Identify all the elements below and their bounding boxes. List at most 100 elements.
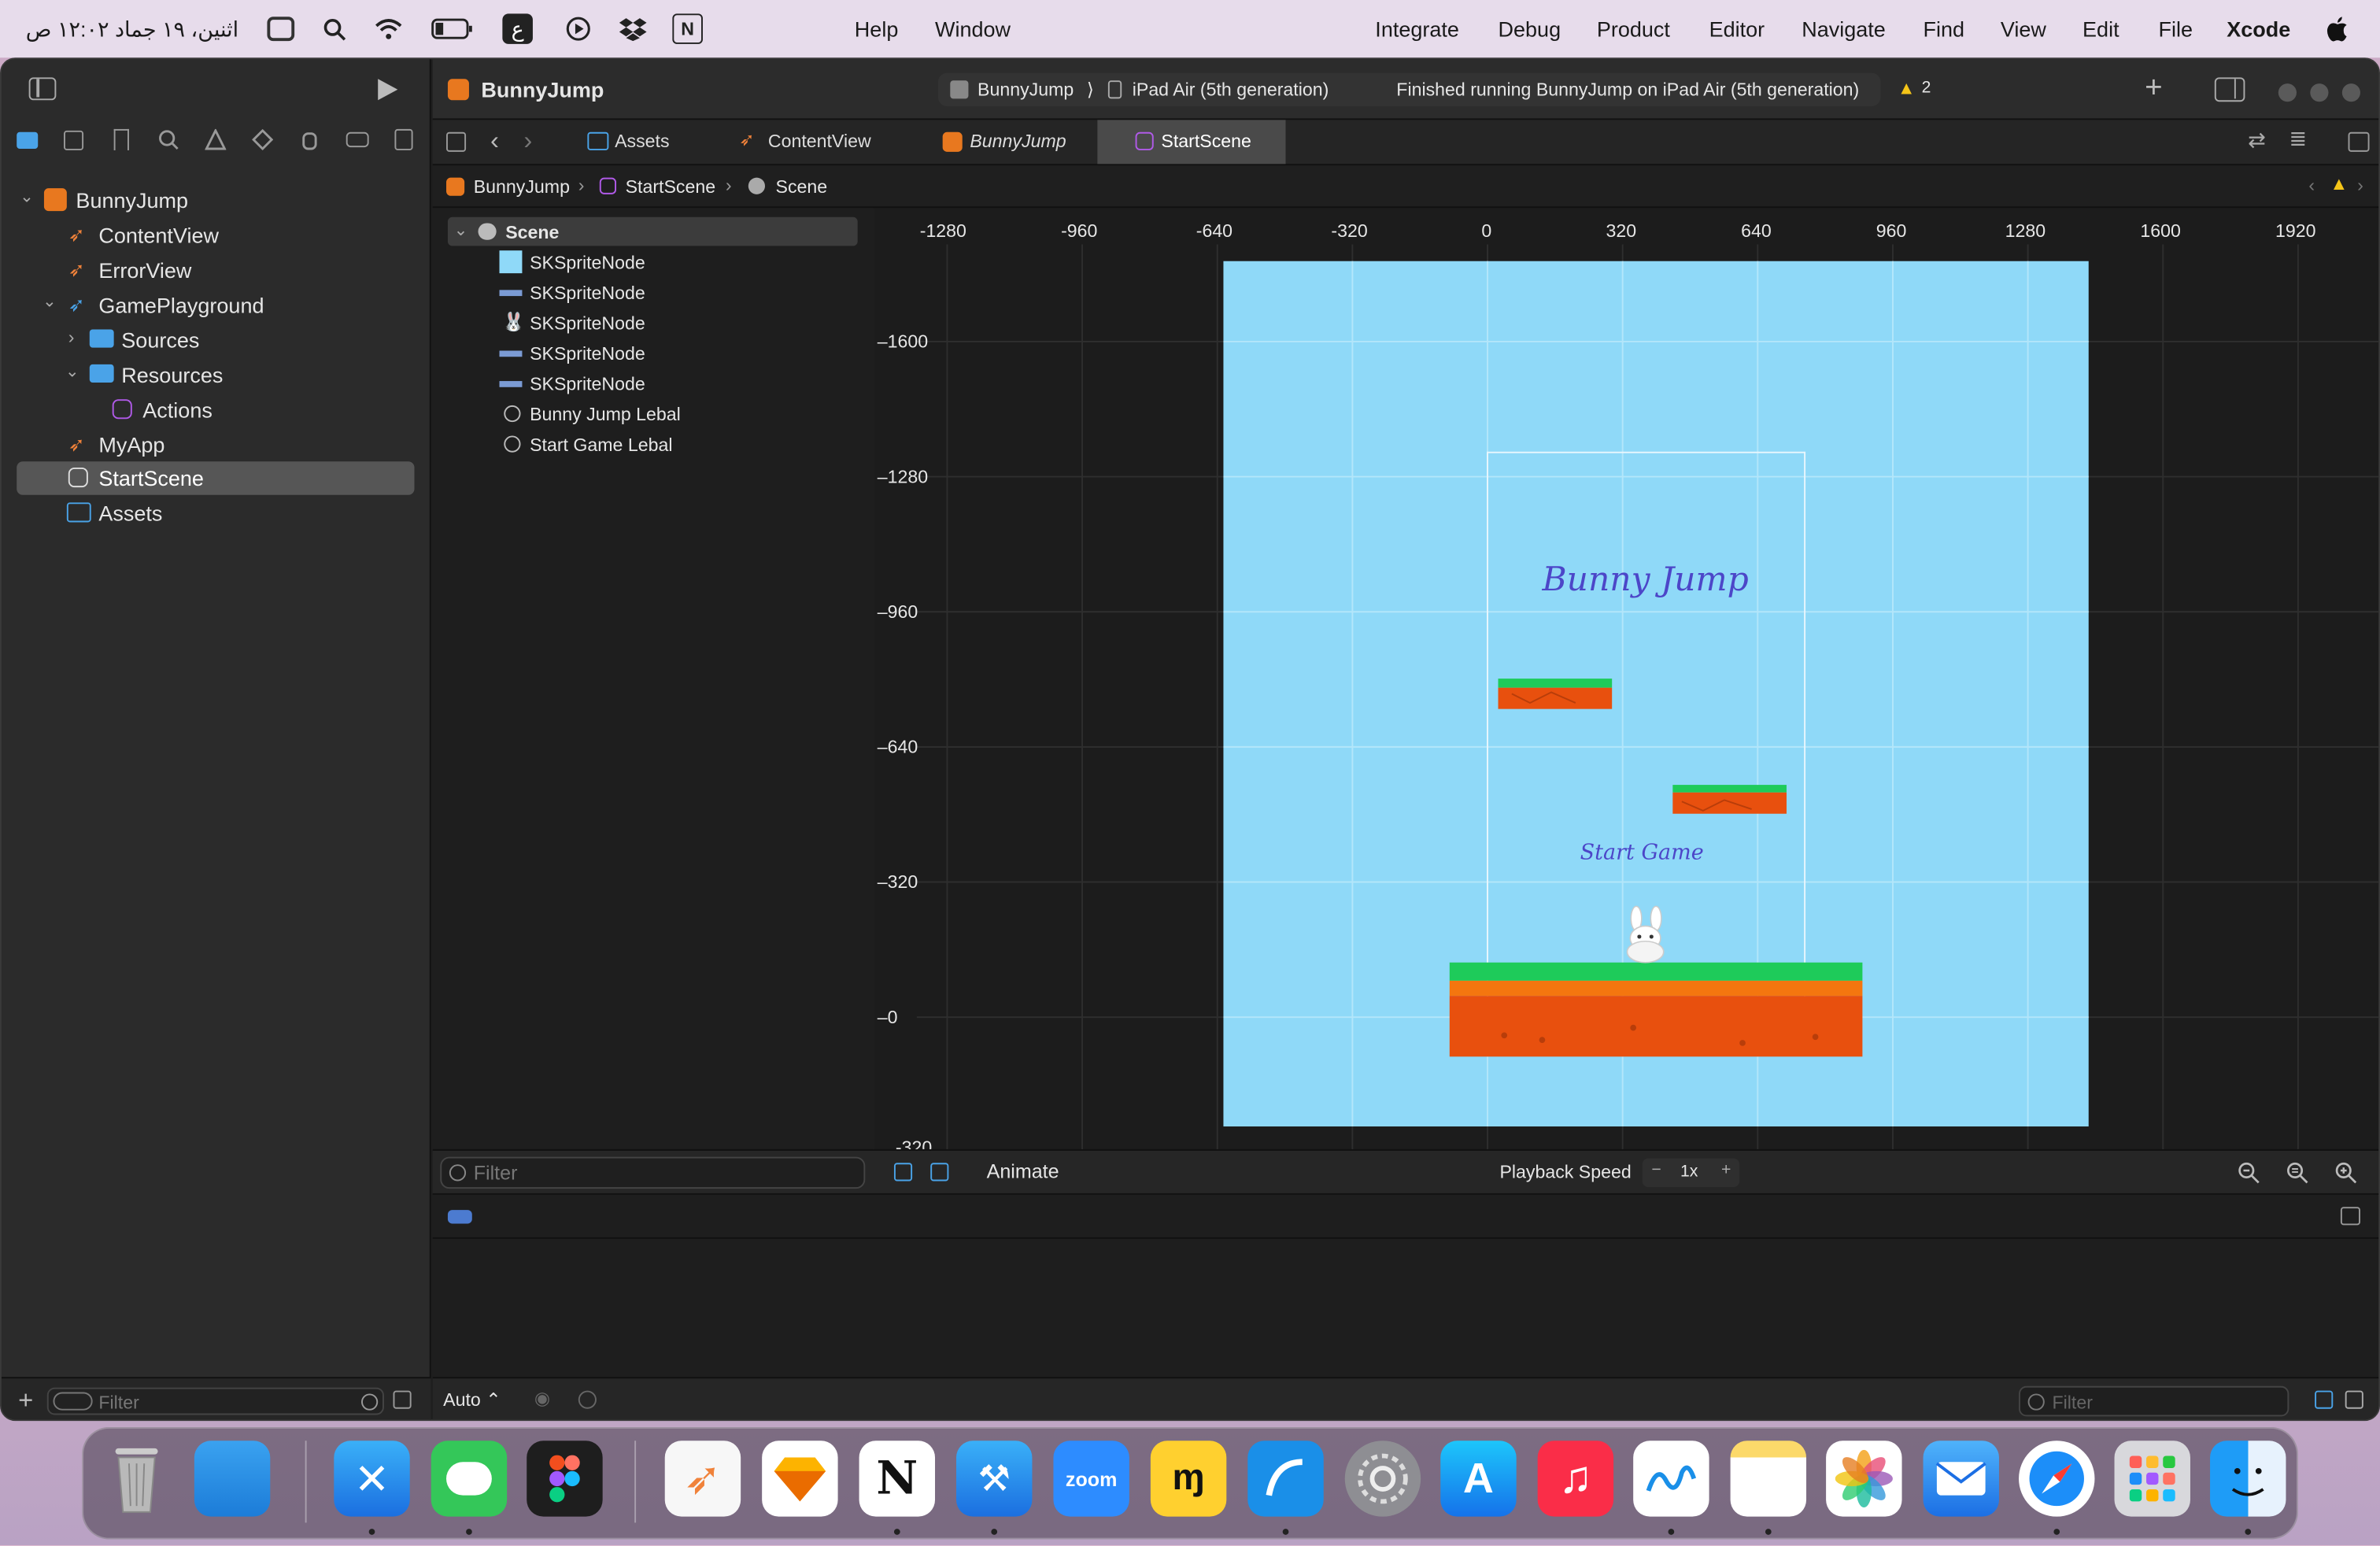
notes-icon[interactable] bbox=[1730, 1441, 1807, 1517]
menu-file[interactable]: File bbox=[2158, 17, 2193, 41]
navigator-filter-field[interactable]: Filter bbox=[46, 1387, 384, 1415]
forward-arrow-icon[interactable]: › bbox=[523, 126, 532, 157]
tab-assets[interactable]: Assets bbox=[569, 120, 715, 164]
filter-options-icon[interactable] bbox=[53, 1392, 93, 1411]
show-outline-toggle-icon[interactable] bbox=[893, 1163, 913, 1182]
photos-icon[interactable] bbox=[1826, 1441, 1902, 1517]
tree-item-assets[interactable]: Assets bbox=[17, 497, 414, 530]
warning-icon[interactable]: ▲ bbox=[1898, 77, 1916, 98]
outline-root-scene[interactable]: ⌄ Scene bbox=[447, 216, 858, 246]
tree-item-sources[interactable]: › Sources bbox=[17, 324, 414, 357]
scheme-selector[interactable]: BunnyJump bbox=[978, 79, 1074, 100]
menu-find[interactable]: Find bbox=[1924, 17, 1965, 41]
menu-navigate[interactable]: Navigate bbox=[1802, 17, 1886, 41]
disclosure-icon[interactable]: ⌄ bbox=[42, 291, 57, 311]
menu-edit[interactable]: Edit bbox=[2082, 17, 2119, 41]
sketch-icon[interactable] bbox=[762, 1441, 838, 1517]
hide-debug-area-icon[interactable] bbox=[2340, 1207, 2360, 1226]
screen-record-icon[interactable] bbox=[564, 13, 594, 44]
device-selector[interactable]: iPad Air (5th generation) bbox=[1133, 79, 1329, 100]
related-items-icon[interactable] bbox=[446, 131, 467, 152]
zoom-reset-icon[interactable] bbox=[2286, 1161, 2308, 1192]
tree-item-myapp[interactable]: ➶ MyApp bbox=[17, 428, 414, 461]
dropbox-icon[interactable] bbox=[618, 13, 649, 44]
add-file-button[interactable]: + bbox=[18, 1386, 33, 1417]
show-console-icon[interactable] bbox=[2345, 1390, 2363, 1409]
downloads-folder-icon[interactable] bbox=[194, 1441, 271, 1517]
bookmark-navigator-icon[interactable] bbox=[113, 128, 129, 150]
swift-playgrounds-icon[interactable]: ➶ bbox=[664, 1441, 741, 1517]
zoom-in-icon[interactable] bbox=[2334, 1161, 2357, 1192]
apple-menu-icon[interactable] bbox=[2323, 13, 2353, 44]
library-add-button[interactable]: + bbox=[2145, 72, 2163, 106]
music-icon[interactable]: ♫ bbox=[1537, 1441, 1614, 1517]
tab-contentview[interactable]: ➶ ContentView bbox=[724, 120, 906, 164]
quick-look-icon[interactable]: ◉ bbox=[534, 1388, 550, 1409]
outline-filter-field[interactable]: Filter bbox=[440, 1156, 866, 1189]
tree-item-actions[interactable]: Actions bbox=[17, 394, 414, 427]
tree-item-errorview[interactable]: ➶ ErrorView bbox=[17, 253, 414, 287]
trash-icon[interactable] bbox=[98, 1441, 174, 1516]
zoom-out-icon[interactable] bbox=[2238, 1161, 2260, 1192]
control-center-icon[interactable] bbox=[267, 17, 295, 42]
menu-product[interactable]: Product bbox=[1597, 17, 1670, 41]
freeform-blue-icon[interactable] bbox=[1247, 1441, 1324, 1517]
disclosure-icon[interactable]: › bbox=[68, 327, 75, 348]
menu-window[interactable]: Window bbox=[935, 17, 1011, 41]
spotlight-icon[interactable] bbox=[319, 13, 349, 44]
variables-view-selector[interactable]: Auto ⌃ bbox=[443, 1389, 501, 1411]
info-icon[interactable] bbox=[578, 1390, 597, 1409]
figma-icon[interactable] bbox=[527, 1441, 603, 1517]
jump-bar-project[interactable]: BunnyJump bbox=[474, 176, 570, 198]
report-navigator-icon[interactable] bbox=[394, 128, 413, 150]
breakpoint-navigator-icon[interactable] bbox=[346, 131, 369, 148]
tree-item-resources[interactable]: ⌄ Resources bbox=[17, 358, 414, 391]
system-settings-icon[interactable] bbox=[1344, 1441, 1421, 1517]
speed-decrease-button[interactable]: − bbox=[1651, 1161, 1661, 1179]
code-review-icon[interactable]: ⇄ bbox=[2248, 128, 2266, 153]
animate-button[interactable]: Animate bbox=[987, 1160, 1059, 1182]
window-close-button[interactable] bbox=[2278, 83, 2297, 102]
find-navigator-icon[interactable] bbox=[158, 129, 179, 158]
source-control-navigator-icon[interactable] bbox=[64, 130, 84, 150]
split-editor-icon[interactable] bbox=[2348, 131, 2370, 152]
menu-debug[interactable]: Debug bbox=[1499, 17, 1561, 41]
show-timeline-toggle-icon[interactable] bbox=[930, 1163, 949, 1182]
window-minimize-button[interactable] bbox=[2310, 83, 2329, 102]
disclosure-icon[interactable]: ⌄ bbox=[20, 187, 34, 206]
outline-node-platform[interactable]: SKSpriteNode bbox=[448, 338, 858, 368]
debug-navigator-icon[interactable] bbox=[299, 129, 320, 158]
test-navigator-icon[interactable] bbox=[252, 128, 274, 158]
console-filter-field[interactable]: Filter bbox=[2019, 1385, 2289, 1417]
disclosure-icon[interactable]: ⌄ bbox=[454, 220, 468, 240]
tree-item-contentview[interactable]: ➶ ContentView bbox=[17, 219, 414, 252]
window-zoom-button[interactable] bbox=[2341, 83, 2360, 102]
scene-canvas[interactable]: -1280 -960 -640 -320 0 320 640 960 1280 … bbox=[874, 208, 2379, 1149]
outline-node-title-label[interactable]: Bunny Jump Lebal bbox=[448, 399, 858, 428]
freeform-icon[interactable] bbox=[1633, 1441, 1709, 1517]
outline-node-platform[interactable]: SKSpriteNode bbox=[448, 278, 858, 307]
xcode-build-icon[interactable]: ⚒ bbox=[956, 1441, 1033, 1517]
disclosure-icon[interactable]: ⌄ bbox=[65, 361, 79, 381]
mail-icon[interactable] bbox=[1923, 1441, 1999, 1517]
menu-app-name[interactable]: Xcode bbox=[2227, 17, 2290, 41]
breakpoints-toggle-icon[interactable] bbox=[447, 1210, 472, 1224]
warning-icon[interactable]: ▲ bbox=[2330, 173, 2348, 194]
speed-increase-button[interactable]: + bbox=[1721, 1161, 1731, 1179]
input-source-indicator[interactable]: ع bbox=[502, 13, 533, 44]
recent-files-icon[interactable] bbox=[361, 1393, 379, 1411]
xcode-dock-icon[interactable]: ✕ bbox=[334, 1441, 410, 1517]
menu-view[interactable]: View bbox=[2001, 17, 2046, 41]
safari-icon[interactable] bbox=[2019, 1441, 2095, 1517]
launchpad-icon[interactable] bbox=[2114, 1441, 2190, 1517]
project-navigator-icon[interactable] bbox=[17, 131, 39, 150]
finder-icon[interactable] bbox=[2210, 1441, 2286, 1517]
inspector-toggle-icon[interactable] bbox=[2214, 77, 2245, 102]
battery-icon[interactable] bbox=[431, 13, 474, 44]
wifi-icon[interactable] bbox=[373, 13, 404, 44]
jump-bar-node[interactable]: Scene bbox=[776, 176, 828, 198]
playback-speed-stepper[interactable]: − 1x + bbox=[1642, 1158, 1740, 1188]
warning-count[interactable]: 2 bbox=[1922, 79, 1931, 97]
run-button[interactable] bbox=[375, 77, 399, 109]
menubar-clock[interactable]: اثنين، ١٩ جماد ١٢:٠٢ ص bbox=[26, 17, 238, 43]
